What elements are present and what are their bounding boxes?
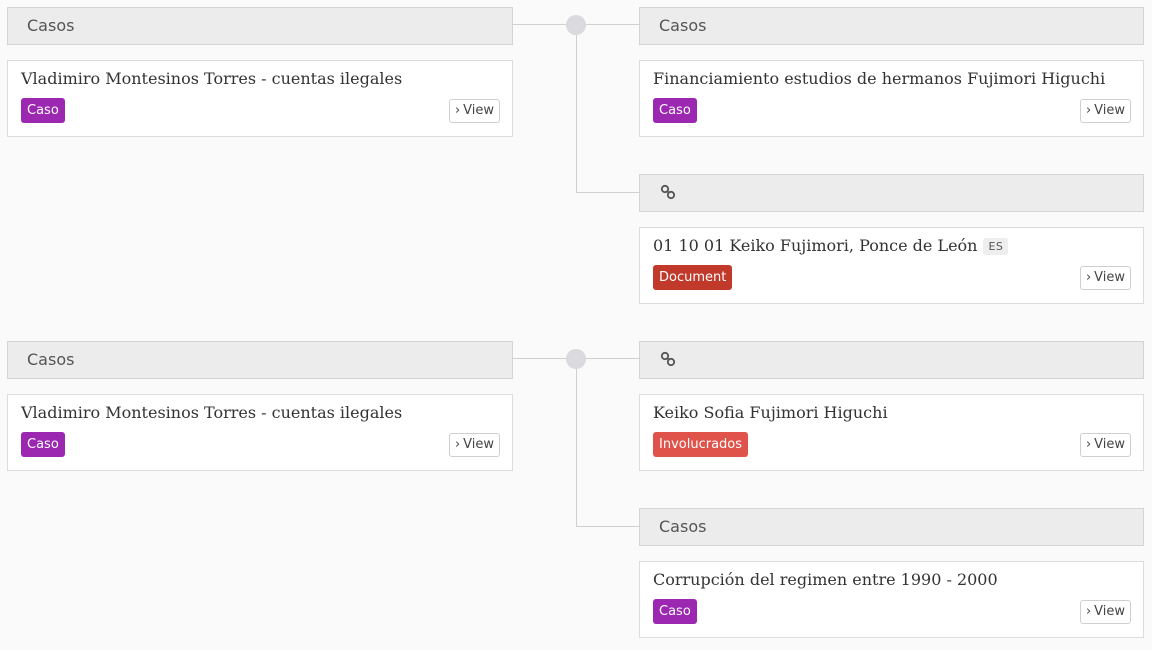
entity-card: Financiamiento estudios de hermanos Fuji… xyxy=(639,60,1144,137)
entity-card: Vladimiro Montesinos Torres - cuentas il… xyxy=(7,60,513,137)
connector-line xyxy=(576,24,577,193)
type-badge: Involucrados xyxy=(653,432,749,457)
relation-group: Casos Vladimiro Montesinos Torres - cuen… xyxy=(0,0,1152,320)
type-badge: Caso xyxy=(653,599,697,624)
view-button[interactable]: › View xyxy=(1079,600,1131,624)
type-badge: Caso xyxy=(21,98,65,123)
source-header: Casos xyxy=(7,7,513,45)
connector-line xyxy=(576,526,640,527)
card-title: 01 10 01 Keiko Fujimori, Ponce de León ES xyxy=(653,236,1009,255)
connector-node xyxy=(566,349,586,369)
type-badge: Document xyxy=(653,265,733,290)
connector-node xyxy=(566,15,586,35)
view-button[interactable]: › View xyxy=(1079,266,1131,290)
header-label: Casos xyxy=(27,16,75,35)
chevron-right-icon: › xyxy=(454,437,461,452)
chevron-right-icon: › xyxy=(1085,437,1092,452)
card-title: Keiko Sofia Fujimori Higuchi xyxy=(653,403,888,422)
entity-card: Vladimiro Montesinos Torres - cuentas il… xyxy=(7,394,513,471)
card-title: Corrupción del regimen entre 1990 - 2000 xyxy=(653,570,998,589)
type-badge: Caso xyxy=(21,432,65,457)
source-header: Casos xyxy=(7,341,513,379)
chevron-right-icon: › xyxy=(454,103,461,118)
entity-card: Corrupción del regimen entre 1990 - 2000… xyxy=(639,561,1144,638)
chevron-right-icon: › xyxy=(1085,103,1092,118)
type-badge: Caso xyxy=(653,98,697,123)
view-button[interactable]: › View xyxy=(1079,99,1131,123)
entity-card: 01 10 01 Keiko Fujimori, Ponce de León ES… xyxy=(639,227,1144,304)
card-title: Vladimiro Montesinos Torres - cuentas il… xyxy=(21,403,403,422)
view-button[interactable]: › View xyxy=(1079,433,1131,457)
chevron-right-icon: › xyxy=(1085,604,1092,619)
chevron-right-icon: › xyxy=(1085,270,1092,285)
target-header xyxy=(639,174,1144,212)
card-title: Vladimiro Montesinos Torres - cuentas il… xyxy=(21,69,403,88)
view-button[interactable]: › View xyxy=(448,433,500,457)
link-icon xyxy=(660,351,676,367)
card-title: Financiamiento estudios de hermanos Fuji… xyxy=(653,69,1106,88)
target-header xyxy=(639,341,1144,379)
link-icon xyxy=(660,184,676,200)
connector-line xyxy=(576,192,640,193)
header-label: Casos xyxy=(659,16,707,35)
target-header: Casos xyxy=(639,7,1144,45)
target-header: Casos xyxy=(639,508,1144,546)
connector-line xyxy=(576,358,577,527)
entity-card: Keiko Sofia Fujimori Higuchi Involucrado… xyxy=(639,394,1144,471)
relation-group: Casos Vladimiro Montesinos Torres - cuen… xyxy=(0,334,1152,650)
language-tag: ES xyxy=(983,238,1009,255)
header-label: Casos xyxy=(659,517,707,536)
view-button[interactable]: › View xyxy=(448,99,500,123)
header-label: Casos xyxy=(27,350,75,369)
